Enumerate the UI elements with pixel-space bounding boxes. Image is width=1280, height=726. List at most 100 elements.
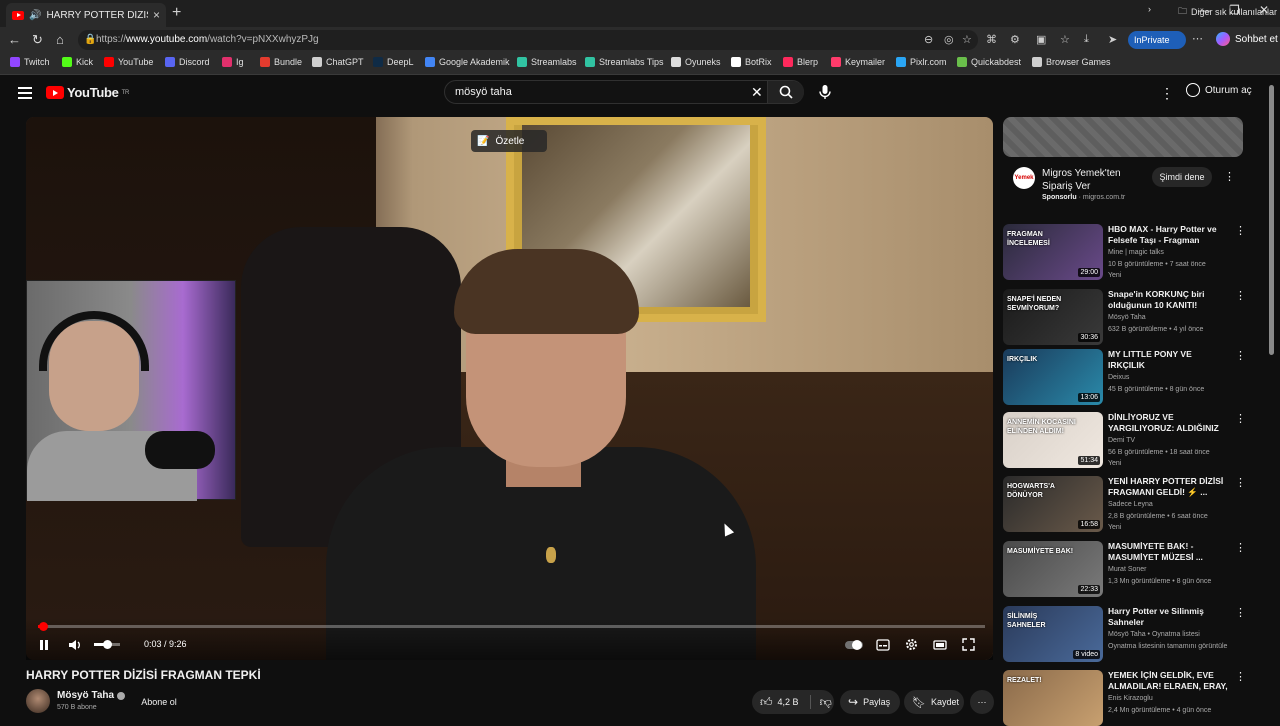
video-menu-icon[interactable]: ⋮ xyxy=(1235,224,1246,237)
recommended-channel-name[interactable]: Enis Kirazoglu xyxy=(1108,695,1153,702)
refresh-icon[interactable]: ↻ xyxy=(32,32,43,48)
video-menu-icon[interactable]: ⋮ xyxy=(1235,541,1246,554)
recommended-video[interactable]: IRKÇILIK 13:06 MY LITTLE PONY VE IRKÇILIK D… xyxy=(1003,349,1246,405)
recommended-video-title[interactable]: Harry Potter ve Silinmiş Sahneler xyxy=(1108,606,1230,628)
summarize-button[interactable]: 📝 Özetle xyxy=(471,130,547,152)
more-menu-icon[interactable]: ⋯ xyxy=(1192,32,1203,45)
bookmark-botrix[interactable]: BotRix xyxy=(731,57,772,67)
video-thumbnail[interactable]: IRKÇILIK 13:06 xyxy=(1003,349,1103,405)
bookmark-ig[interactable]: Ig xyxy=(222,57,244,67)
recommended-channel-name[interactable]: Mösyö Taha xyxy=(1108,314,1146,321)
recommended-channel-name[interactable]: Deixus xyxy=(1108,374,1129,381)
downloads-icon[interactable]: ⤓ xyxy=(1084,33,1089,46)
recommended-channel-name[interactable]: Mine | magic talks xyxy=(1108,249,1164,256)
sign-in-button[interactable]: Oturum aç xyxy=(1186,83,1252,97)
bookmark-kick[interactable]: Kick xyxy=(62,57,93,67)
recommended-channel-name[interactable]: Demi TV xyxy=(1108,437,1135,444)
search-box[interactable]: mösyö taha ✕ xyxy=(444,80,804,104)
video-menu-icon[interactable]: ⋮ xyxy=(1235,349,1246,362)
video-thumbnail[interactable]: ANNEMİN KOCASINI ELİNDEN ALDIM! 51:34 xyxy=(1003,412,1103,468)
bookmark-pixlr-com[interactable]: Pixlr.com xyxy=(896,57,947,67)
recommended-video[interactable]: ANNEMİN KOCASINI ELİNDEN ALDIM! 51:34 DİNL… xyxy=(1003,412,1246,468)
video-menu-icon[interactable]: ⋮ xyxy=(1235,670,1246,683)
video-menu-icon[interactable]: ⋮ xyxy=(1235,606,1246,619)
bookmark-browser-games[interactable]: Browser Games xyxy=(1032,57,1111,67)
back-icon[interactable]: ← xyxy=(8,32,21,47)
subscribe-button[interactable]: Abone ol xyxy=(133,692,185,712)
extension-gamepad-icon[interactable]: ⌘ xyxy=(986,33,997,46)
bookmarks-overflow-icon[interactable]: › xyxy=(1148,4,1151,14)
recommended-video[interactable]: REZALET! YEMEK İÇİN GELDİK, EVE ALMADILAR… xyxy=(1003,670,1246,726)
video-thumbnail[interactable]: MASUMİYETE BAK! 22:33 xyxy=(1003,541,1103,597)
volume-slider[interactable] xyxy=(94,640,120,649)
speaker-icon[interactable]: 🔊 xyxy=(29,10,41,21)
pause-button[interactable] xyxy=(38,638,50,656)
browser-tab[interactable]: 🔊 HARRY POTTER DİZİSİ FRAGM × xyxy=(6,3,166,27)
save-button[interactable]: 🔖︎ Kaydet xyxy=(904,690,964,714)
autoplay-toggle[interactable] xyxy=(844,638,864,656)
extensions-icon[interactable]: ⚙ xyxy=(1010,33,1020,46)
recommended-video-title[interactable]: HBO MAX - Harry Potter ve Felsefe Taşı -… xyxy=(1108,224,1230,247)
video-thumbnail[interactable]: FRAGMAN İNCELEMESİ 29:00 xyxy=(1003,224,1103,280)
recommended-channel-name[interactable]: Mösyö Taha • Oynatma listesi xyxy=(1108,631,1200,638)
recommended-video-title[interactable]: MY LITTLE PONY VE IRKÇILIK xyxy=(1108,349,1230,371)
video-menu-icon[interactable]: ⋮ xyxy=(1235,412,1246,425)
bookmark-streamlabs-tips[interactable]: Streamlabs Tips xyxy=(585,57,664,67)
recommended-video[interactable]: FRAGMAN İNCELEMESİ 29:00 HBO MAX - Harry P… xyxy=(1003,224,1246,280)
send-icon[interactable]: ➤ xyxy=(1108,33,1117,46)
tracking-prevention-icon[interactable]: ◎ xyxy=(944,33,954,46)
video-thumbnail[interactable]: HOGWARTS'A DÖNÜYOR 16:58 xyxy=(1003,476,1103,532)
volume-knob[interactable] xyxy=(103,640,112,649)
new-tab-icon[interactable]: + xyxy=(172,4,181,22)
recommended-video[interactable]: MASUMİYETE BAK! 22:33 MASUMİYETE BAK! - MA… xyxy=(1003,541,1246,597)
copilot-button[interactable]: Sohbet et xyxy=(1216,32,1278,46)
bookmark-youtube[interactable]: YouTube xyxy=(104,57,153,67)
recommended-video[interactable]: SİLİNMİŞ SAHNELER 8 video Harry Potter ve … xyxy=(1003,606,1246,662)
recommended-channel-name[interactable]: Murat Soner xyxy=(1108,566,1147,573)
scrollbar-thumb[interactable] xyxy=(1269,85,1274,355)
bookmark-google-akademik[interactable]: Google Akademik xyxy=(425,57,510,67)
recommended-video-title[interactable]: DİNLİYORUZ VE YARGILIYORUZ: ALDIĞINIZ İN… xyxy=(1108,412,1230,435)
page-scrollbar[interactable] xyxy=(1268,75,1276,720)
recommended-video-title[interactable]: YEMEK İÇİN GELDİK, EVE ALMADILAR! ELRAEN… xyxy=(1108,670,1230,693)
recommended-video[interactable]: SNAPE'İ NEDEN SEVMİYORUM? 30:36 Snape'in K… xyxy=(1003,289,1246,345)
bookmark-oyuneks[interactable]: Oyuneks xyxy=(671,57,721,67)
bookmark-deepl[interactable]: DeepL xyxy=(373,57,414,67)
recommended-video-title[interactable]: YENİ HARRY POTTER DİZİSİ FRAGMANI GELDİ!… xyxy=(1108,476,1230,498)
search-button[interactable] xyxy=(767,81,804,103)
bookmark-blerp[interactable]: Blerp xyxy=(783,57,818,67)
channel-name[interactable]: Mösyö Taha xyxy=(57,690,126,701)
zoom-icon[interactable]: ⊖ xyxy=(924,33,933,46)
url-field[interactable]: 🔒 https://www.youtube.com/watch?v=pNXXwh… xyxy=(78,30,978,50)
bookmark-bundle[interactable]: Bundle xyxy=(260,57,302,67)
search-input[interactable]: mösyö taha xyxy=(455,86,512,98)
bookmark-keymailer[interactable]: Keymailer xyxy=(831,57,885,67)
clear-search-icon[interactable]: ✕ xyxy=(751,84,763,101)
ad-menu-icon[interactable]: ⋮ xyxy=(1224,170,1235,183)
channel-avatar[interactable] xyxy=(26,689,50,713)
recommended-video-title[interactable]: Snape'in KORKUNÇ biri olduğunun 10 KANIT… xyxy=(1108,289,1230,311)
settings-button[interactable] xyxy=(905,638,918,656)
favorites-icon[interactable]: ☆ xyxy=(1060,33,1070,46)
video-menu-icon[interactable]: ⋮ xyxy=(1235,289,1246,302)
video-thumbnail[interactable]: SİLİNMİŞ SAHNELER 8 video xyxy=(1003,606,1103,662)
ad-title[interactable]: Migros Yemek'ten Sipariş Ver xyxy=(1042,167,1142,193)
recommended-video[interactable]: HOGWARTS'A DÖNÜYOR 16:58 YENİ HARRY POTTER… xyxy=(1003,476,1246,532)
more-actions-button[interactable]: ⋯ xyxy=(970,690,994,714)
home-icon[interactable]: ⌂ xyxy=(56,32,64,47)
progress-bar[interactable] xyxy=(38,622,985,631)
settings-kebab-icon[interactable]: ⋮ xyxy=(1160,85,1174,102)
ad-cta-button[interactable]: Şimdi dene xyxy=(1152,167,1212,187)
share-button[interactable]: ↪ Paylaş xyxy=(840,690,900,714)
recommended-channel-name[interactable]: Sadece Leyna xyxy=(1108,501,1153,508)
video-menu-icon[interactable]: ⋮ xyxy=(1235,476,1246,489)
split-screen-icon[interactable]: ▣ xyxy=(1036,33,1046,46)
mute-button[interactable] xyxy=(68,638,82,656)
bookmark-chatgpt[interactable]: ChatGPT xyxy=(312,57,364,67)
bookmark-streamlabs[interactable]: Streamlabs xyxy=(517,57,577,67)
theater-mode-button[interactable] xyxy=(933,638,947,656)
inprivate-button[interactable]: InPrivate xyxy=(1128,31,1186,49)
subtitles-button[interactable] xyxy=(876,638,890,656)
like-count[interactable]: 4,2 B xyxy=(778,697,799,707)
youtube-logo[interactable]: YouTube TR xyxy=(46,85,129,100)
